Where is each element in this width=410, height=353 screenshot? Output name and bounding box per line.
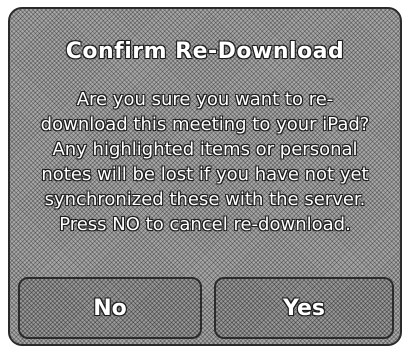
message-line: notes will be lost if you have not yet	[41, 164, 369, 185]
yes-button[interactable]: Yes	[214, 277, 394, 339]
message-line: Press NO to cancel re-download.	[59, 214, 351, 235]
message-line: Are you sure you want to re-	[76, 89, 334, 110]
no-button[interactable]: No	[18, 277, 202, 339]
dialog-message: Are you sure you want to re- download th…	[24, 87, 386, 237]
dialog-title: Confirm Re-Download	[65, 39, 345, 64]
message-line: download this meeting to your iPad?	[40, 114, 370, 135]
dialog-button-row: No Yes	[18, 277, 394, 341]
confirm-redownload-dialog: Confirm Re-Download Are you sure you wan…	[8, 7, 402, 346]
message-line: Any highlighted items or personal	[52, 139, 358, 160]
message-line: synchronized these with the server.	[44, 189, 366, 210]
